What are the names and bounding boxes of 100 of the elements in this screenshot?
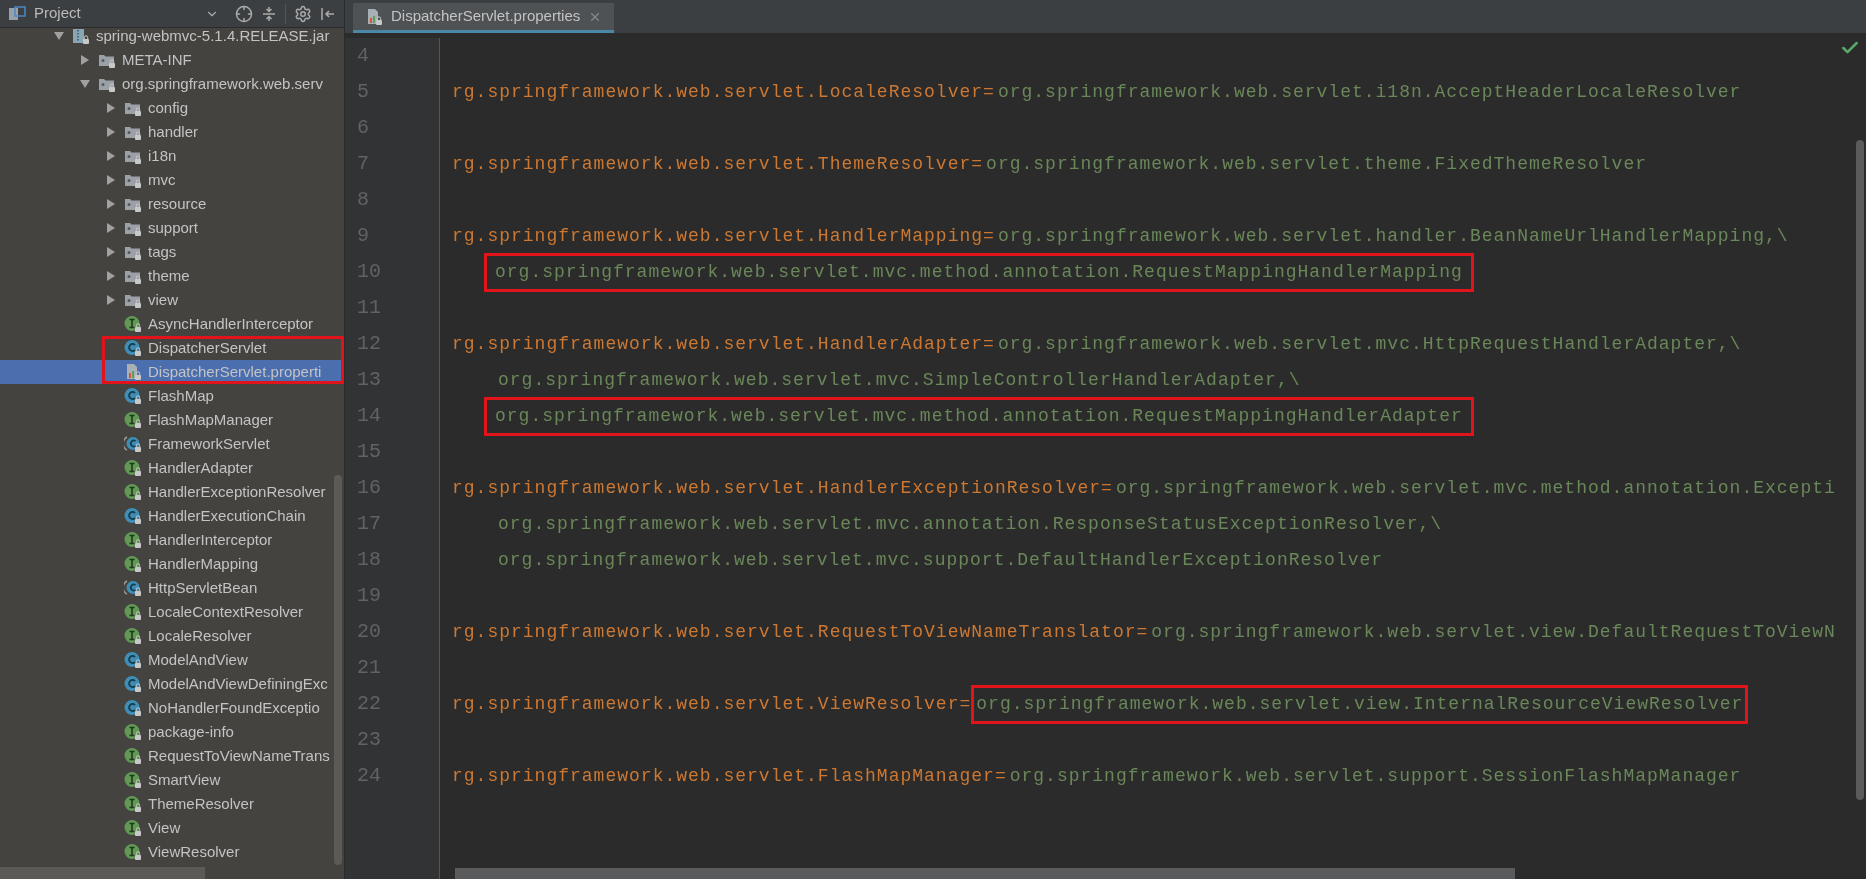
tree-item[interactable]: view bbox=[0, 288, 344, 312]
tree-item-label: SmartView bbox=[148, 769, 221, 790]
tree-item[interactable]: ThemeResolver bbox=[0, 792, 344, 816]
tree-item[interactable]: theme bbox=[0, 264, 344, 288]
tree-item-label: View bbox=[148, 817, 181, 838]
tree-item[interactable]: tags bbox=[0, 240, 344, 264]
property-value: org.springframework.web.servlet.handler.BeanNameUrlHandlerMapping,\ bbox=[996, 224, 1790, 248]
tree-item-label: mvc bbox=[148, 169, 176, 190]
tree-item-label: META-INF bbox=[122, 49, 192, 70]
tree-item-label: NoHandlerFoundExceptio bbox=[148, 697, 320, 718]
tree-item-label: LocaleResolver bbox=[148, 625, 252, 646]
tree-item-label: package-info bbox=[148, 721, 234, 742]
tree-item[interactable]: org.springframework.web.serv bbox=[0, 72, 344, 96]
property-value: org.springframework.web.servlet.mvc.annotation.ResponseStatusExceptionResolver,\ bbox=[497, 512, 1444, 536]
tree-item-label: FrameworkServlet bbox=[148, 433, 270, 454]
property-value: org.springframework.web.servlet.view.InternalResourceViewResolver bbox=[971, 684, 1749, 724]
tree-item[interactable]: View bbox=[0, 816, 344, 840]
scrollbar-thumb[interactable] bbox=[1856, 140, 1864, 800]
tree-item[interactable]: AsyncHandlerInterceptor bbox=[0, 312, 344, 336]
class-icon bbox=[124, 651, 142, 669]
interface-icon bbox=[124, 315, 142, 333]
property-key: rg.springframework.web.servlet.HandlerExceptionResolver= bbox=[452, 474, 1113, 502]
tree-item-label: spring-webmvc-5.1.4.RELEASE.jar bbox=[96, 25, 330, 46]
interface-icon bbox=[124, 411, 142, 429]
properties-file-icon bbox=[365, 7, 383, 26]
interface-icon bbox=[124, 603, 142, 621]
interface-icon bbox=[124, 843, 142, 861]
property-value: org.springframework.web.servlet.mvc.HttpRequestHandlerAdapter,\ bbox=[996, 332, 1743, 356]
tree-item[interactable]: package-info bbox=[0, 720, 344, 744]
tree-item[interactable]: LocaleContextResolver bbox=[0, 600, 344, 624]
tree-item[interactable]: HttpServletBean bbox=[0, 576, 344, 600]
class-icon bbox=[124, 339, 142, 357]
property-value: org.springframework.web.servlet.mvc.method.annotation.RequestMappingHandlerMapping bbox=[484, 252, 1474, 292]
property-key: rg.springframework.web.servlet.FlashMapManager= bbox=[452, 762, 1007, 790]
tree-item-label: DispatcherServlet bbox=[148, 337, 267, 358]
tree-item[interactable]: HandlerAdapter bbox=[0, 456, 344, 480]
tree-item-label: ModelAndView bbox=[148, 649, 248, 670]
class-icon bbox=[124, 675, 142, 693]
tree-item[interactable]: HandlerExecutionChain bbox=[0, 504, 344, 528]
property-key: rg.springframework.web.servlet.LocaleResolver= bbox=[452, 78, 995, 106]
tree-item[interactable]: support bbox=[0, 216, 344, 240]
tree-item-label: support bbox=[148, 217, 199, 238]
tree-item-label: HandlerAdapter bbox=[148, 457, 254, 478]
tree-item[interactable]: ViewResolver bbox=[0, 840, 344, 864]
property-value: org.springframework.web.servlet.view.DefaultRequestToViewN bbox=[1150, 620, 1837, 644]
tree-item-label: HandlerInterceptor bbox=[148, 529, 273, 550]
interface-icon bbox=[124, 555, 142, 573]
tree-item[interactable]: LocaleResolver bbox=[0, 624, 344, 648]
property-key: rg.springframework.web.servlet.HandlerAdapter= bbox=[452, 330, 995, 358]
tree-item-label: theme bbox=[148, 265, 190, 286]
properties-file-icon bbox=[124, 363, 142, 381]
tree-item[interactable]: META-INF bbox=[0, 48, 344, 72]
property-key: rg.springframework.web.servlet.ViewResolver= bbox=[452, 690, 972, 718]
scrollbar-thumb[interactable] bbox=[334, 475, 342, 865]
collapse-all-icon[interactable] bbox=[261, 5, 277, 22]
tree-item-label: HttpServletBean bbox=[148, 577, 258, 598]
tree-item[interactable]: FlashMap bbox=[0, 384, 344, 408]
scrollbar-thumb[interactable] bbox=[0, 867, 205, 879]
interface-icon bbox=[124, 795, 142, 813]
tree-item[interactable]: config bbox=[0, 96, 344, 120]
tree-item[interactable]: FlashMapManager bbox=[0, 408, 344, 432]
abstract-class-icon bbox=[124, 579, 142, 597]
interface-icon bbox=[124, 627, 142, 645]
tree-item[interactable]: HandlerInterceptor bbox=[0, 528, 344, 552]
tree-item[interactable]: spring-webmvc-5.1.4.RELEASE.jar bbox=[0, 24, 344, 48]
tree-item[interactable]: i18n bbox=[0, 144, 344, 168]
tree-item[interactable]: HandlerMapping bbox=[0, 552, 344, 576]
tree-item-label: handler bbox=[148, 121, 199, 142]
tree-item[interactable]: DispatcherServlet bbox=[0, 336, 344, 360]
file-tab[interactable]: DispatcherServlet.properties bbox=[353, 3, 615, 33]
tree-item[interactable]: HandlerExceptionResolver bbox=[0, 480, 344, 504]
tree-item-label: HandlerExceptionResolver bbox=[148, 481, 326, 502]
tree-item-label: DispatcherServlet.properti bbox=[148, 361, 322, 382]
tree-item-label: resource bbox=[148, 193, 207, 214]
locate-icon[interactable] bbox=[235, 4, 253, 23]
property-value: org.springframework.web.servlet.mvc.method.annotation.Excepti bbox=[1114, 476, 1837, 500]
property-value: org.springframework.web.servlet.theme.FixedThemeResolver bbox=[985, 152, 1648, 176]
tree-item[interactable]: SmartView bbox=[0, 768, 344, 792]
scrollbar-thumb[interactable] bbox=[455, 868, 1515, 879]
hide-panel-icon[interactable] bbox=[320, 5, 336, 22]
tree-item[interactable]: resource bbox=[0, 192, 344, 216]
tree-item[interactable]: FrameworkServlet bbox=[0, 432, 344, 456]
tree-item[interactable]: ModelAndView bbox=[0, 648, 344, 672]
tree-item[interactable]: ModelAndViewDefiningExc bbox=[0, 672, 344, 696]
interface-icon bbox=[124, 531, 142, 549]
archive-icon bbox=[72, 27, 90, 45]
property-value: org.springframework.web.servlet.support.SessionFlashMapManager bbox=[1008, 764, 1743, 788]
tree-item[interactable]: NoHandlerFoundExceptio bbox=[0, 696, 344, 720]
settings-icon[interactable] bbox=[294, 4, 312, 23]
interface-icon bbox=[124, 483, 142, 501]
tree-item[interactable]: DispatcherServlet.properti bbox=[0, 360, 344, 384]
tree-item-label: config bbox=[148, 97, 189, 118]
tree-item[interactable]: handler bbox=[0, 120, 344, 144]
property-value: org.springframework.web.servlet.mvc.support.DefaultHandlerExceptionResolver bbox=[497, 548, 1385, 572]
tree-item-label: view bbox=[148, 289, 178, 310]
interface-icon bbox=[124, 819, 142, 837]
tree-item[interactable]: mvc bbox=[0, 168, 344, 192]
tree-item[interactable]: RequestToViewNameTrans bbox=[0, 744, 344, 768]
property-key: rg.springframework.web.servlet.RequestToViewNameTranslator= bbox=[452, 618, 1149, 646]
tree-item-label: ViewResolver bbox=[148, 841, 240, 862]
